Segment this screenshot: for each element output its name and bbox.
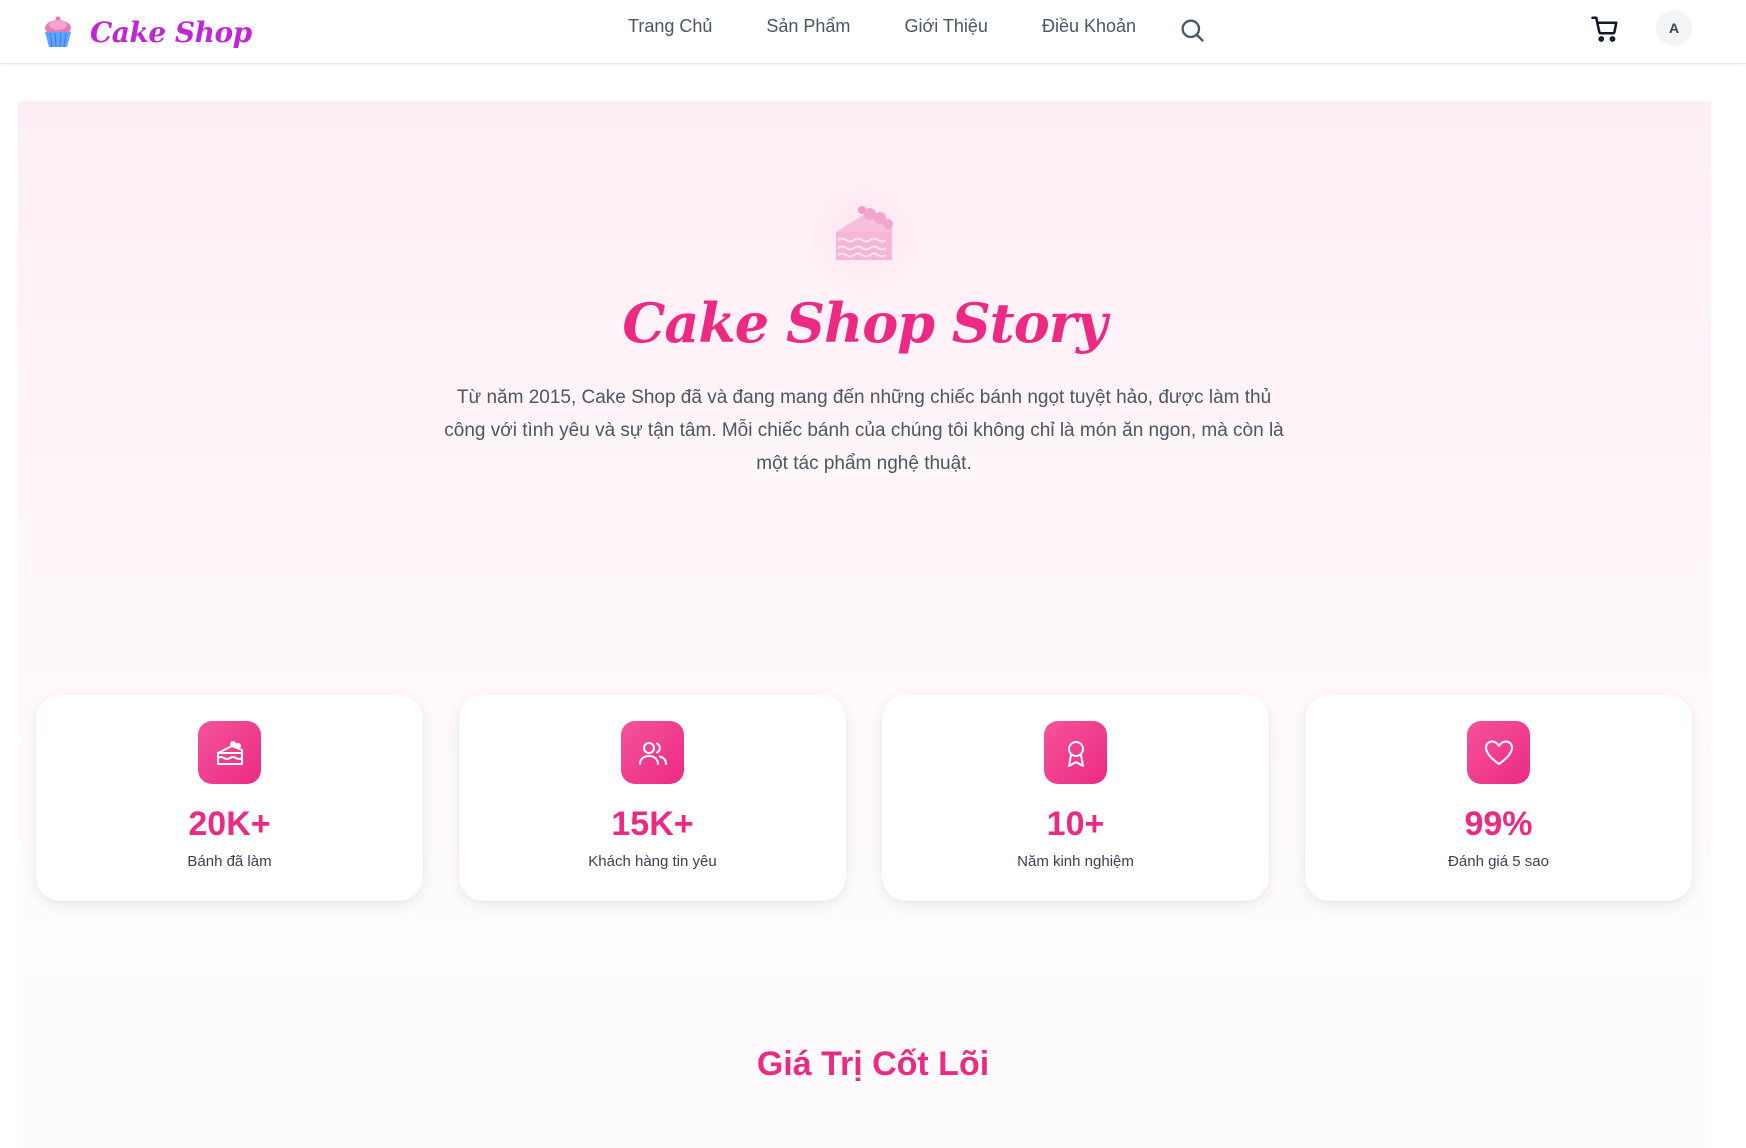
stat-icon-box — [1467, 721, 1530, 784]
main-nav: Trang Chủ Sản Phẩm Giới Thiệu Điều Khoản — [628, 16, 1136, 37]
search-icon — [1181, 19, 1204, 42]
heart-icon — [1484, 740, 1513, 765]
stat-icon-box — [621, 721, 684, 784]
hero-title: Cake Shop Story — [622, 291, 1107, 355]
stat-icon-box — [1044, 721, 1107, 784]
stat-label: Khách hàng tin yêu — [588, 853, 717, 870]
nav-link-products[interactable]: Sản Phẩm — [766, 16, 850, 37]
cake-slice-icon — [216, 740, 243, 765]
brand-logo[interactable]: Cake Shop — [40, 12, 252, 52]
brand-name: Cake Shop — [90, 15, 252, 49]
stat-label: Đánh giá 5 sao — [1448, 853, 1549, 870]
cart-button[interactable] — [1590, 14, 1620, 44]
cart-icon — [1591, 16, 1618, 42]
nav-link-home[interactable]: Trang Chủ — [628, 16, 712, 37]
nav-link-about[interactable]: Giới Thiệu — [904, 16, 988, 37]
stat-card-customers: 15K+ Khách hàng tin yêu — [459, 695, 846, 901]
search-button[interactable] — [1178, 16, 1206, 44]
stat-value: 10+ — [1046, 805, 1105, 843]
hero-description: Từ năm 2015, Cake Shop đã và đang mang đ… — [444, 387, 1284, 474]
stat-card-cakes: 20K+ Bánh đã làm — [36, 695, 423, 901]
top-navbar: Cake Shop Trang Chủ Sản Phẩm Giới Thiệu … — [0, 0, 1746, 64]
stat-value: 99% — [1464, 805, 1533, 843]
award-icon — [1067, 740, 1084, 767]
cake-slice-icon — [836, 206, 893, 260]
stat-value: 15K+ — [611, 805, 694, 843]
nav-link-terms[interactable]: Điều Khoản — [1042, 16, 1136, 37]
stat-value: 20K+ — [188, 805, 271, 843]
stat-label: Năm kinh nghiệm — [1017, 853, 1134, 870]
users-icon — [638, 741, 667, 765]
user-avatar[interactable]: A — [1656, 10, 1692, 46]
stat-card-rating: 99% Đánh giá 5 sao — [1305, 695, 1692, 901]
stat-card-experience: 10+ Năm kinh nghiệm — [882, 695, 1269, 901]
cupcake-icon — [45, 16, 71, 48]
stat-label: Bánh đã làm — [187, 853, 272, 870]
stat-icon-box — [198, 721, 261, 784]
core-values-title: Giá Trị Cốt Lõi — [756, 1045, 990, 1083]
hero-icon-badge — [804, 176, 924, 296]
